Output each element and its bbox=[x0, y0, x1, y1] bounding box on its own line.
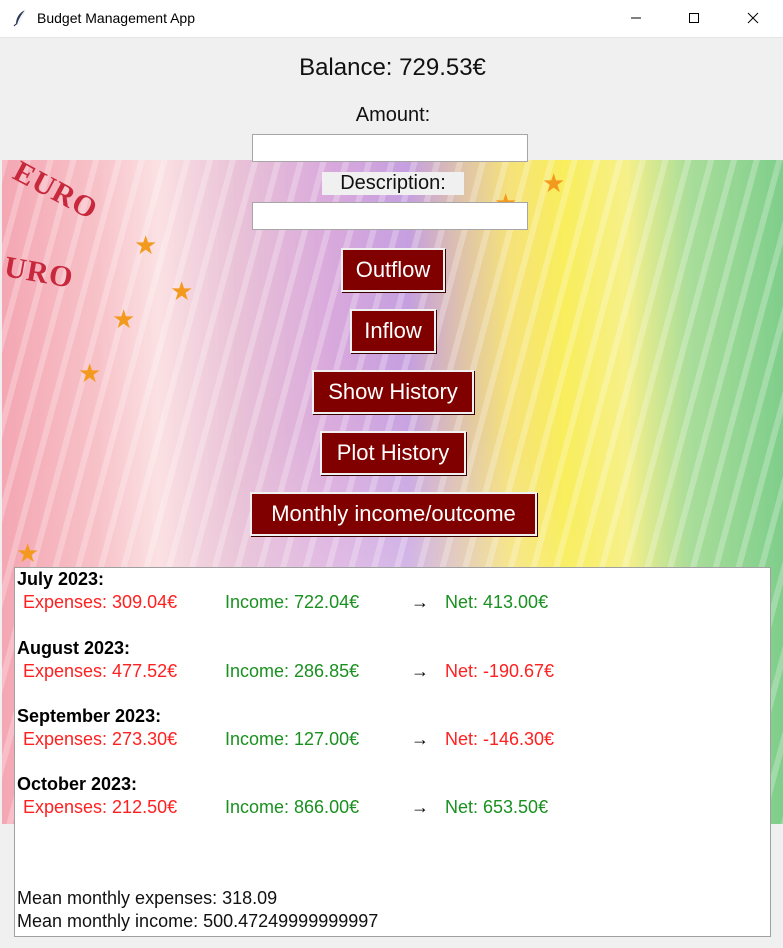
monthly-summary-text[interactable]: July 2023: Expenses: 309.04€ Income: 722… bbox=[14, 567, 771, 937]
mean-monthly-expenses: Mean monthly expenses: 318.09 bbox=[17, 888, 278, 908]
monthly-income-outcome-button[interactable]: Monthly income/outcome bbox=[250, 492, 537, 536]
month-row: Expenses: 477.52€ Income: 286.85€ → Net:… bbox=[17, 661, 554, 685]
month-summary: October 2023: Expenses: 212.50€ Income: … bbox=[17, 774, 548, 821]
expenses-value: Expenses: 212.50€ bbox=[23, 797, 178, 817]
month-row: Expenses: 309.04€ Income: 722.04€ → Net:… bbox=[17, 592, 548, 616]
amount-input[interactable] bbox=[252, 134, 528, 162]
window-title: Budget Management App bbox=[37, 10, 196, 26]
month-summary: August 2023: Expenses: 477.52€ Income: 2… bbox=[17, 638, 554, 685]
net-value: Net: 653.50€ bbox=[445, 797, 549, 817]
income-value: Income: 722.04€ bbox=[225, 592, 360, 612]
month-title: July 2023: bbox=[17, 569, 105, 589]
month-row: Expenses: 212.50€ Income: 866.00€ → Net:… bbox=[17, 797, 548, 821]
month-title: October 2023: bbox=[17, 774, 138, 794]
arrow-right-icon: → bbox=[411, 797, 429, 817]
arrow-right-icon: → bbox=[411, 661, 429, 681]
mean-monthly-income: Mean monthly income: 500.47249999999997 bbox=[17, 911, 379, 931]
show-history-button[interactable]: Show History bbox=[312, 370, 474, 414]
inflow-button[interactable]: Inflow bbox=[350, 309, 436, 353]
close-icon[interactable] bbox=[724, 0, 782, 36]
month-summary: September 2023: Expenses: 273.30€ Income… bbox=[17, 706, 554, 753]
month-title: August 2023: bbox=[17, 638, 131, 658]
maximize-icon[interactable] bbox=[665, 0, 723, 36]
feather-icon bbox=[13, 9, 29, 27]
month-title: September 2023: bbox=[17, 706, 162, 726]
description-label: Description: bbox=[322, 172, 464, 195]
minimize-icon[interactable] bbox=[607, 0, 665, 36]
amount-label: Amount: bbox=[342, 104, 444, 127]
expenses-value: Expenses: 309.04€ bbox=[23, 592, 178, 612]
balance-label: Balance: 729.53€ bbox=[299, 54, 486, 81]
net-value: Net: -190.67€ bbox=[445, 661, 555, 681]
title-bar: Budget Management App bbox=[0, 0, 783, 38]
income-value: Income: 866.00€ bbox=[225, 797, 360, 817]
net-value: Net: 413.00€ bbox=[445, 592, 549, 612]
app-window: EURO URO ★ ★ ★ ★ ★ ★ ★ Balance: 729.53€ … bbox=[2, 38, 783, 948]
income-value: Income: 127.00€ bbox=[225, 729, 360, 749]
arrow-right-icon: → bbox=[411, 592, 429, 612]
month-row: Expenses: 273.30€ Income: 127.00€ → Net:… bbox=[17, 729, 554, 753]
income-value: Income: 286.85€ bbox=[225, 661, 360, 681]
expenses-value: Expenses: 273.30€ bbox=[23, 729, 178, 749]
outflow-button[interactable]: Outflow bbox=[341, 248, 445, 292]
plot-history-button[interactable]: Plot History bbox=[320, 431, 466, 475]
description-input[interactable] bbox=[252, 202, 528, 230]
arrow-right-icon: → bbox=[411, 729, 429, 749]
month-summary: July 2023: Expenses: 309.04€ Income: 722… bbox=[17, 569, 548, 616]
expenses-value: Expenses: 477.52€ bbox=[23, 661, 178, 681]
net-value: Net: -146.30€ bbox=[445, 729, 555, 749]
